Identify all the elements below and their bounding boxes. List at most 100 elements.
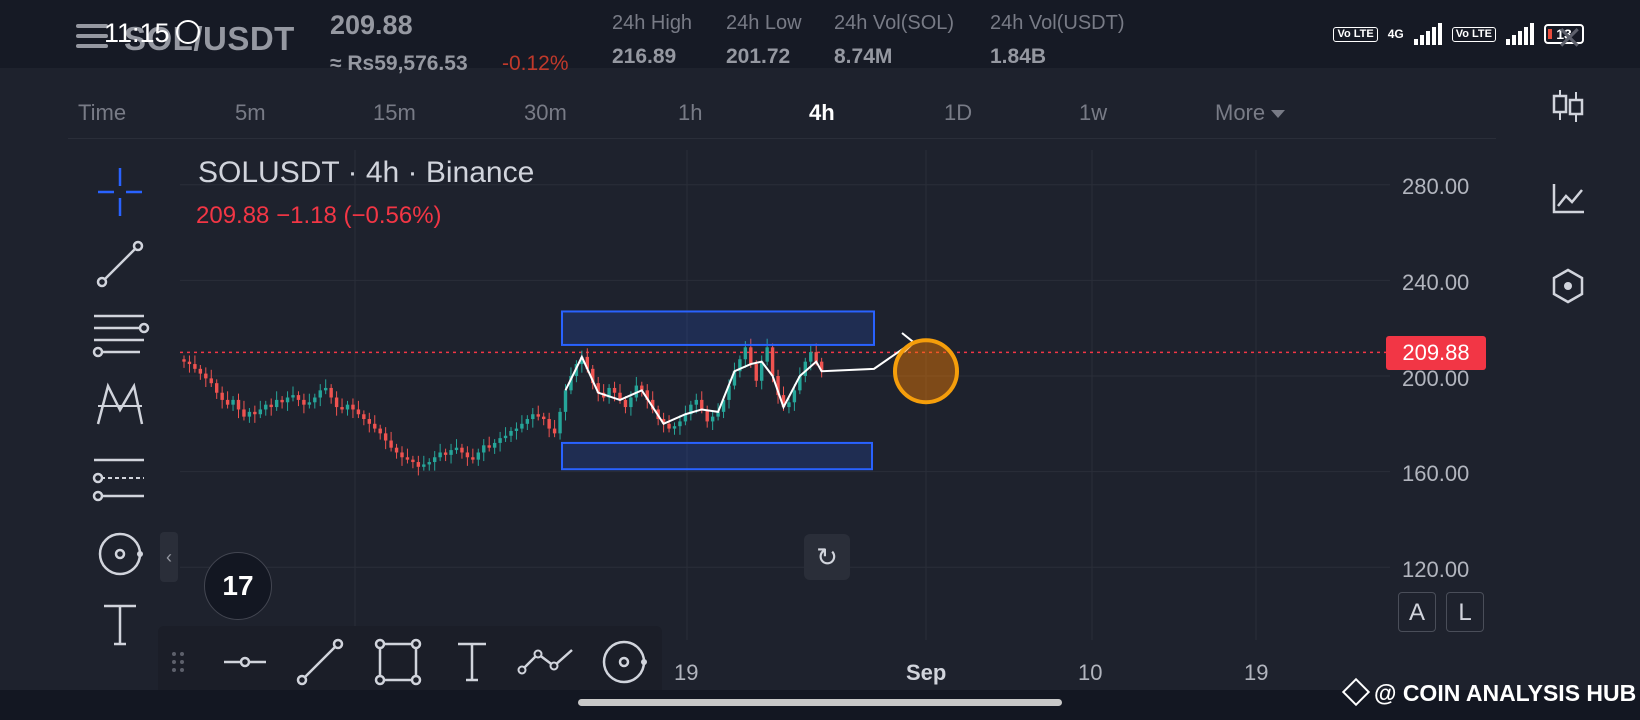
- trendline-icon[interactable]: [84, 234, 156, 294]
- y-tick-120: 120.00: [1402, 557, 1470, 582]
- candle-body: [193, 364, 197, 369]
- reset-chart-button[interactable]: ↻: [804, 534, 850, 580]
- y-tick-160: 160.00: [1402, 461, 1470, 486]
- drag-handle-icon[interactable]: [172, 652, 184, 672]
- candle-body: [285, 397, 290, 403]
- target-circle: [893, 338, 959, 405]
- candle-body: [765, 347, 769, 362]
- candle-body: [482, 445, 486, 453]
- projection-path: [564, 341, 913, 426]
- candle-body: [514, 428, 519, 431]
- candle-body: [563, 390, 568, 412]
- candle-body: [209, 378, 213, 384]
- candle-body: [438, 452, 442, 458]
- candle-body: [373, 423, 377, 429]
- candles-icon[interactable]: [1548, 86, 1588, 126]
- candle-body: [814, 352, 818, 362]
- candle-body: [443, 452, 448, 455]
- candle-body: [329, 387, 333, 398]
- candle-body: [520, 423, 524, 429]
- chart-ohlc: 209.88 −1.18 (−0.56%): [196, 202, 442, 229]
- candle-body: [296, 395, 301, 400]
- candle-body: [253, 411, 257, 415]
- candle-body: [623, 399, 628, 408]
- candle-body: [274, 399, 279, 408]
- text-tool-icon[interactable]: [458, 642, 486, 682]
- candle-body: [770, 347, 775, 376]
- candle-body: [454, 447, 459, 451]
- candle-body: [427, 462, 431, 465]
- candle-body: [612, 387, 617, 393]
- home-indicator[interactable]: [578, 699, 1062, 706]
- candle-body: [433, 457, 437, 463]
- candle-body: [204, 373, 208, 379]
- candle-body: [498, 438, 502, 443]
- y-tick-240: 240.00: [1402, 270, 1470, 295]
- x-tick-sep: Sep: [906, 660, 947, 685]
- chart-title: SOLUSDT · 4h · Binance: [198, 156, 535, 189]
- indicators-icon[interactable]: [1548, 178, 1588, 218]
- trendline-icon[interactable]: [296, 638, 344, 686]
- candle-body: [280, 399, 284, 403]
- pattern-icon[interactable]: [84, 376, 156, 436]
- rectangle-icon[interactable]: [374, 638, 422, 686]
- candle-body: [198, 368, 203, 374]
- tradingview-logo: 17: [204, 552, 272, 620]
- candle-body: [710, 416, 715, 422]
- binance-icon: [1341, 677, 1371, 707]
- candle-body: [324, 387, 328, 391]
- candle-body: [465, 452, 470, 458]
- candle-body: [313, 397, 317, 403]
- log-scale-button[interactable]: L: [1446, 592, 1484, 632]
- templates-icon[interactable]: [1548, 266, 1588, 306]
- candle-body: [749, 347, 753, 365]
- candle-body: [302, 399, 306, 405]
- candle-body: [422, 464, 426, 467]
- annotations: [561, 310, 959, 471]
- candle-body: [269, 404, 273, 408]
- crosshair-icon[interactable]: [84, 164, 156, 224]
- candle-body: [356, 409, 361, 415]
- candle-body: [242, 409, 246, 417]
- candle-body: [700, 399, 704, 410]
- circle-dot-icon[interactable]: [84, 524, 156, 584]
- support-zone: [561, 441, 873, 471]
- resistance-zone: [561, 310, 875, 346]
- candle-body: [220, 392, 224, 400]
- candle-body: [792, 390, 797, 403]
- auto-scale-button[interactable]: A: [1398, 592, 1436, 632]
- candle-body: [678, 421, 682, 427]
- toolbar-collapse-button[interactable]: ‹: [160, 532, 178, 582]
- candle-body: [754, 364, 758, 381]
- candle-body: [400, 452, 404, 458]
- candle-body: [547, 419, 551, 429]
- candle-body: [694, 399, 698, 405]
- watermark: @ COIN ANALYSIS HUB: [1341, 677, 1636, 707]
- text-icon[interactable]: [84, 594, 156, 654]
- candle-body: [187, 361, 192, 365]
- candle-body: [231, 399, 235, 405]
- candle-body: [525, 419, 530, 424]
- candle-body: [264, 404, 268, 410]
- candle-body: [351, 404, 355, 410]
- candle-body: [334, 397, 339, 408]
- current-price-tag: 209.88: [1386, 336, 1486, 370]
- candle-body: [225, 399, 230, 405]
- candle-body: [215, 383, 219, 393]
- candle-body: [667, 423, 671, 429]
- candle-body: [383, 433, 388, 441]
- candle-body: [258, 409, 262, 415]
- candle-body: [542, 416, 546, 420]
- candle-body: [236, 399, 241, 410]
- candle-body: [378, 428, 382, 434]
- x-tick-19: 19: [674, 660, 699, 685]
- fib-retracement-icon[interactable]: [84, 304, 156, 364]
- horizontal-line-icon[interactable]: [224, 656, 266, 668]
- path-icon[interactable]: [517, 649, 573, 675]
- forecast-icon[interactable]: [84, 450, 156, 510]
- candle-body: [405, 457, 410, 460]
- candle-body: [509, 430, 513, 436]
- circle-tool-icon[interactable]: [602, 640, 647, 684]
- candle-body: [787, 402, 791, 408]
- candle-body: [416, 462, 421, 467]
